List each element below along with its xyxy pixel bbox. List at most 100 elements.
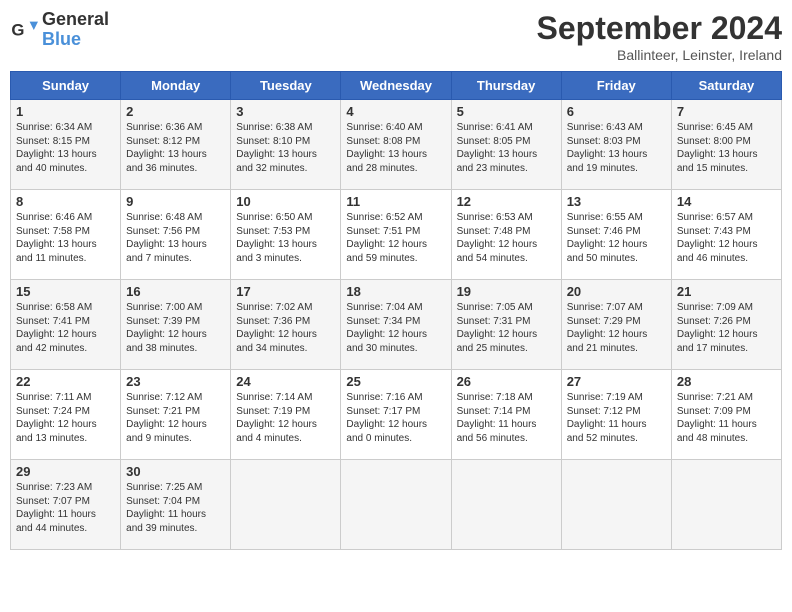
day-content: Sunrise: 7:18 AM Sunset: 7:14 PM Dayligh…	[457, 391, 556, 445]
day-content: Sunrise: 6:34 AM Sunset: 8:15 PM Dayligh…	[16, 121, 115, 175]
day-number: 4	[346, 104, 445, 119]
day-number: 5	[457, 104, 556, 119]
day-number: 1	[16, 104, 115, 119]
calendar-cell: 13 Sunrise: 6:55 AM Sunset: 7:46 PM Dayl…	[561, 190, 671, 280]
calendar-cell: 5 Sunrise: 6:41 AM Sunset: 8:05 PM Dayli…	[451, 100, 561, 190]
day-number: 2	[126, 104, 225, 119]
day-number: 27	[567, 374, 666, 389]
day-number: 18	[346, 284, 445, 299]
calendar-cell: 29 Sunrise: 7:23 AM Sunset: 7:07 PM Dayl…	[11, 460, 121, 550]
calendar-cell: 3 Sunrise: 6:38 AM Sunset: 8:10 PM Dayli…	[231, 100, 341, 190]
logo-text: General Blue	[42, 10, 109, 50]
day-number: 29	[16, 464, 115, 479]
day-number: 21	[677, 284, 776, 299]
day-number: 3	[236, 104, 335, 119]
calendar-cell: 2 Sunrise: 6:36 AM Sunset: 8:12 PM Dayli…	[121, 100, 231, 190]
calendar-cell: 25 Sunrise: 7:16 AM Sunset: 7:17 PM Dayl…	[341, 370, 451, 460]
day-number: 22	[16, 374, 115, 389]
day-number: 9	[126, 194, 225, 209]
calendar-cell: 12 Sunrise: 6:53 AM Sunset: 7:48 PM Dayl…	[451, 190, 561, 280]
calendar-row-2: 8 Sunrise: 6:46 AM Sunset: 7:58 PM Dayli…	[11, 190, 782, 280]
day-content: Sunrise: 6:46 AM Sunset: 7:58 PM Dayligh…	[16, 211, 115, 265]
calendar-cell: 7 Sunrise: 6:45 AM Sunset: 8:00 PM Dayli…	[671, 100, 781, 190]
day-number: 30	[126, 464, 225, 479]
calendar-cell: 30 Sunrise: 7:25 AM Sunset: 7:04 PM Dayl…	[121, 460, 231, 550]
weekday-header-row: SundayMondayTuesdayWednesdayThursdayFrid…	[11, 72, 782, 100]
day-content: Sunrise: 7:25 AM Sunset: 7:04 PM Dayligh…	[126, 481, 225, 535]
day-content: Sunrise: 7:12 AM Sunset: 7:21 PM Dayligh…	[126, 391, 225, 445]
day-number: 26	[457, 374, 556, 389]
day-content: Sunrise: 6:36 AM Sunset: 8:12 PM Dayligh…	[126, 121, 225, 175]
logo-line2: Blue	[42, 30, 109, 50]
weekday-header-friday: Friday	[561, 72, 671, 100]
logo-icon: G	[10, 16, 38, 44]
day-content: Sunrise: 6:38 AM Sunset: 8:10 PM Dayligh…	[236, 121, 335, 175]
title-area: September 2024 Ballinteer, Leinster, Ire…	[537, 10, 782, 63]
day-content: Sunrise: 6:48 AM Sunset: 7:56 PM Dayligh…	[126, 211, 225, 265]
weekday-header-sunday: Sunday	[11, 72, 121, 100]
day-content: Sunrise: 7:07 AM Sunset: 7:29 PM Dayligh…	[567, 301, 666, 355]
calendar-cell: 26 Sunrise: 7:18 AM Sunset: 7:14 PM Dayl…	[451, 370, 561, 460]
day-content: Sunrise: 6:40 AM Sunset: 8:08 PM Dayligh…	[346, 121, 445, 175]
calendar-table: SundayMondayTuesdayWednesdayThursdayFrid…	[10, 71, 782, 550]
day-content: Sunrise: 7:23 AM Sunset: 7:07 PM Dayligh…	[16, 481, 115, 535]
calendar-cell: 27 Sunrise: 7:19 AM Sunset: 7:12 PM Dayl…	[561, 370, 671, 460]
day-content: Sunrise: 6:53 AM Sunset: 7:48 PM Dayligh…	[457, 211, 556, 265]
day-number: 23	[126, 374, 225, 389]
day-content: Sunrise: 7:00 AM Sunset: 7:39 PM Dayligh…	[126, 301, 225, 355]
day-content: Sunrise: 6:55 AM Sunset: 7:46 PM Dayligh…	[567, 211, 666, 265]
day-number: 11	[346, 194, 445, 209]
day-number: 12	[457, 194, 556, 209]
svg-text:G: G	[11, 20, 24, 39]
calendar-cell: 11 Sunrise: 6:52 AM Sunset: 7:51 PM Dayl…	[341, 190, 451, 280]
day-content: Sunrise: 6:58 AM Sunset: 7:41 PM Dayligh…	[16, 301, 115, 355]
calendar-cell: 15 Sunrise: 6:58 AM Sunset: 7:41 PM Dayl…	[11, 280, 121, 370]
day-content: Sunrise: 6:41 AM Sunset: 8:05 PM Dayligh…	[457, 121, 556, 175]
calendar-cell: 18 Sunrise: 7:04 AM Sunset: 7:34 PM Dayl…	[341, 280, 451, 370]
day-number: 17	[236, 284, 335, 299]
day-content: Sunrise: 6:52 AM Sunset: 7:51 PM Dayligh…	[346, 211, 445, 265]
calendar-cell: 17 Sunrise: 7:02 AM Sunset: 7:36 PM Dayl…	[231, 280, 341, 370]
calendar-cell: 10 Sunrise: 6:50 AM Sunset: 7:53 PM Dayl…	[231, 190, 341, 280]
calendar-cell: 4 Sunrise: 6:40 AM Sunset: 8:08 PM Dayli…	[341, 100, 451, 190]
calendar-cell: 8 Sunrise: 6:46 AM Sunset: 7:58 PM Dayli…	[11, 190, 121, 280]
day-number: 10	[236, 194, 335, 209]
day-number: 24	[236, 374, 335, 389]
day-number: 13	[567, 194, 666, 209]
location: Ballinteer, Leinster, Ireland	[537, 47, 782, 63]
day-content: Sunrise: 7:14 AM Sunset: 7:19 PM Dayligh…	[236, 391, 335, 445]
calendar-cell: 20 Sunrise: 7:07 AM Sunset: 7:29 PM Dayl…	[561, 280, 671, 370]
day-content: Sunrise: 7:04 AM Sunset: 7:34 PM Dayligh…	[346, 301, 445, 355]
calendar-cell	[231, 460, 341, 550]
calendar-cell: 9 Sunrise: 6:48 AM Sunset: 7:56 PM Dayli…	[121, 190, 231, 280]
calendar-cell: 19 Sunrise: 7:05 AM Sunset: 7:31 PM Dayl…	[451, 280, 561, 370]
day-number: 15	[16, 284, 115, 299]
calendar-cell: 1 Sunrise: 6:34 AM Sunset: 8:15 PM Dayli…	[11, 100, 121, 190]
calendar-cell	[671, 460, 781, 550]
day-number: 16	[126, 284, 225, 299]
calendar-cell: 21 Sunrise: 7:09 AM Sunset: 7:26 PM Dayl…	[671, 280, 781, 370]
calendar-cell: 16 Sunrise: 7:00 AM Sunset: 7:39 PM Dayl…	[121, 280, 231, 370]
day-number: 25	[346, 374, 445, 389]
day-content: Sunrise: 7:05 AM Sunset: 7:31 PM Dayligh…	[457, 301, 556, 355]
calendar-cell: 28 Sunrise: 7:21 AM Sunset: 7:09 PM Dayl…	[671, 370, 781, 460]
day-number: 14	[677, 194, 776, 209]
day-number: 28	[677, 374, 776, 389]
calendar-row-4: 22 Sunrise: 7:11 AM Sunset: 7:24 PM Dayl…	[11, 370, 782, 460]
day-number: 20	[567, 284, 666, 299]
day-content: Sunrise: 6:43 AM Sunset: 8:03 PM Dayligh…	[567, 121, 666, 175]
weekday-header-monday: Monday	[121, 72, 231, 100]
day-content: Sunrise: 7:09 AM Sunset: 7:26 PM Dayligh…	[677, 301, 776, 355]
calendar-row-1: 1 Sunrise: 6:34 AM Sunset: 8:15 PM Dayli…	[11, 100, 782, 190]
day-content: Sunrise: 6:57 AM Sunset: 7:43 PM Dayligh…	[677, 211, 776, 265]
day-number: 8	[16, 194, 115, 209]
day-content: Sunrise: 7:16 AM Sunset: 7:17 PM Dayligh…	[346, 391, 445, 445]
calendar-cell: 23 Sunrise: 7:12 AM Sunset: 7:21 PM Dayl…	[121, 370, 231, 460]
day-number: 7	[677, 104, 776, 119]
weekday-header-thursday: Thursday	[451, 72, 561, 100]
day-content: Sunrise: 7:11 AM Sunset: 7:24 PM Dayligh…	[16, 391, 115, 445]
calendar-body: 1 Sunrise: 6:34 AM Sunset: 8:15 PM Dayli…	[11, 100, 782, 550]
weekday-header-tuesday: Tuesday	[231, 72, 341, 100]
day-number: 6	[567, 104, 666, 119]
weekday-header-saturday: Saturday	[671, 72, 781, 100]
